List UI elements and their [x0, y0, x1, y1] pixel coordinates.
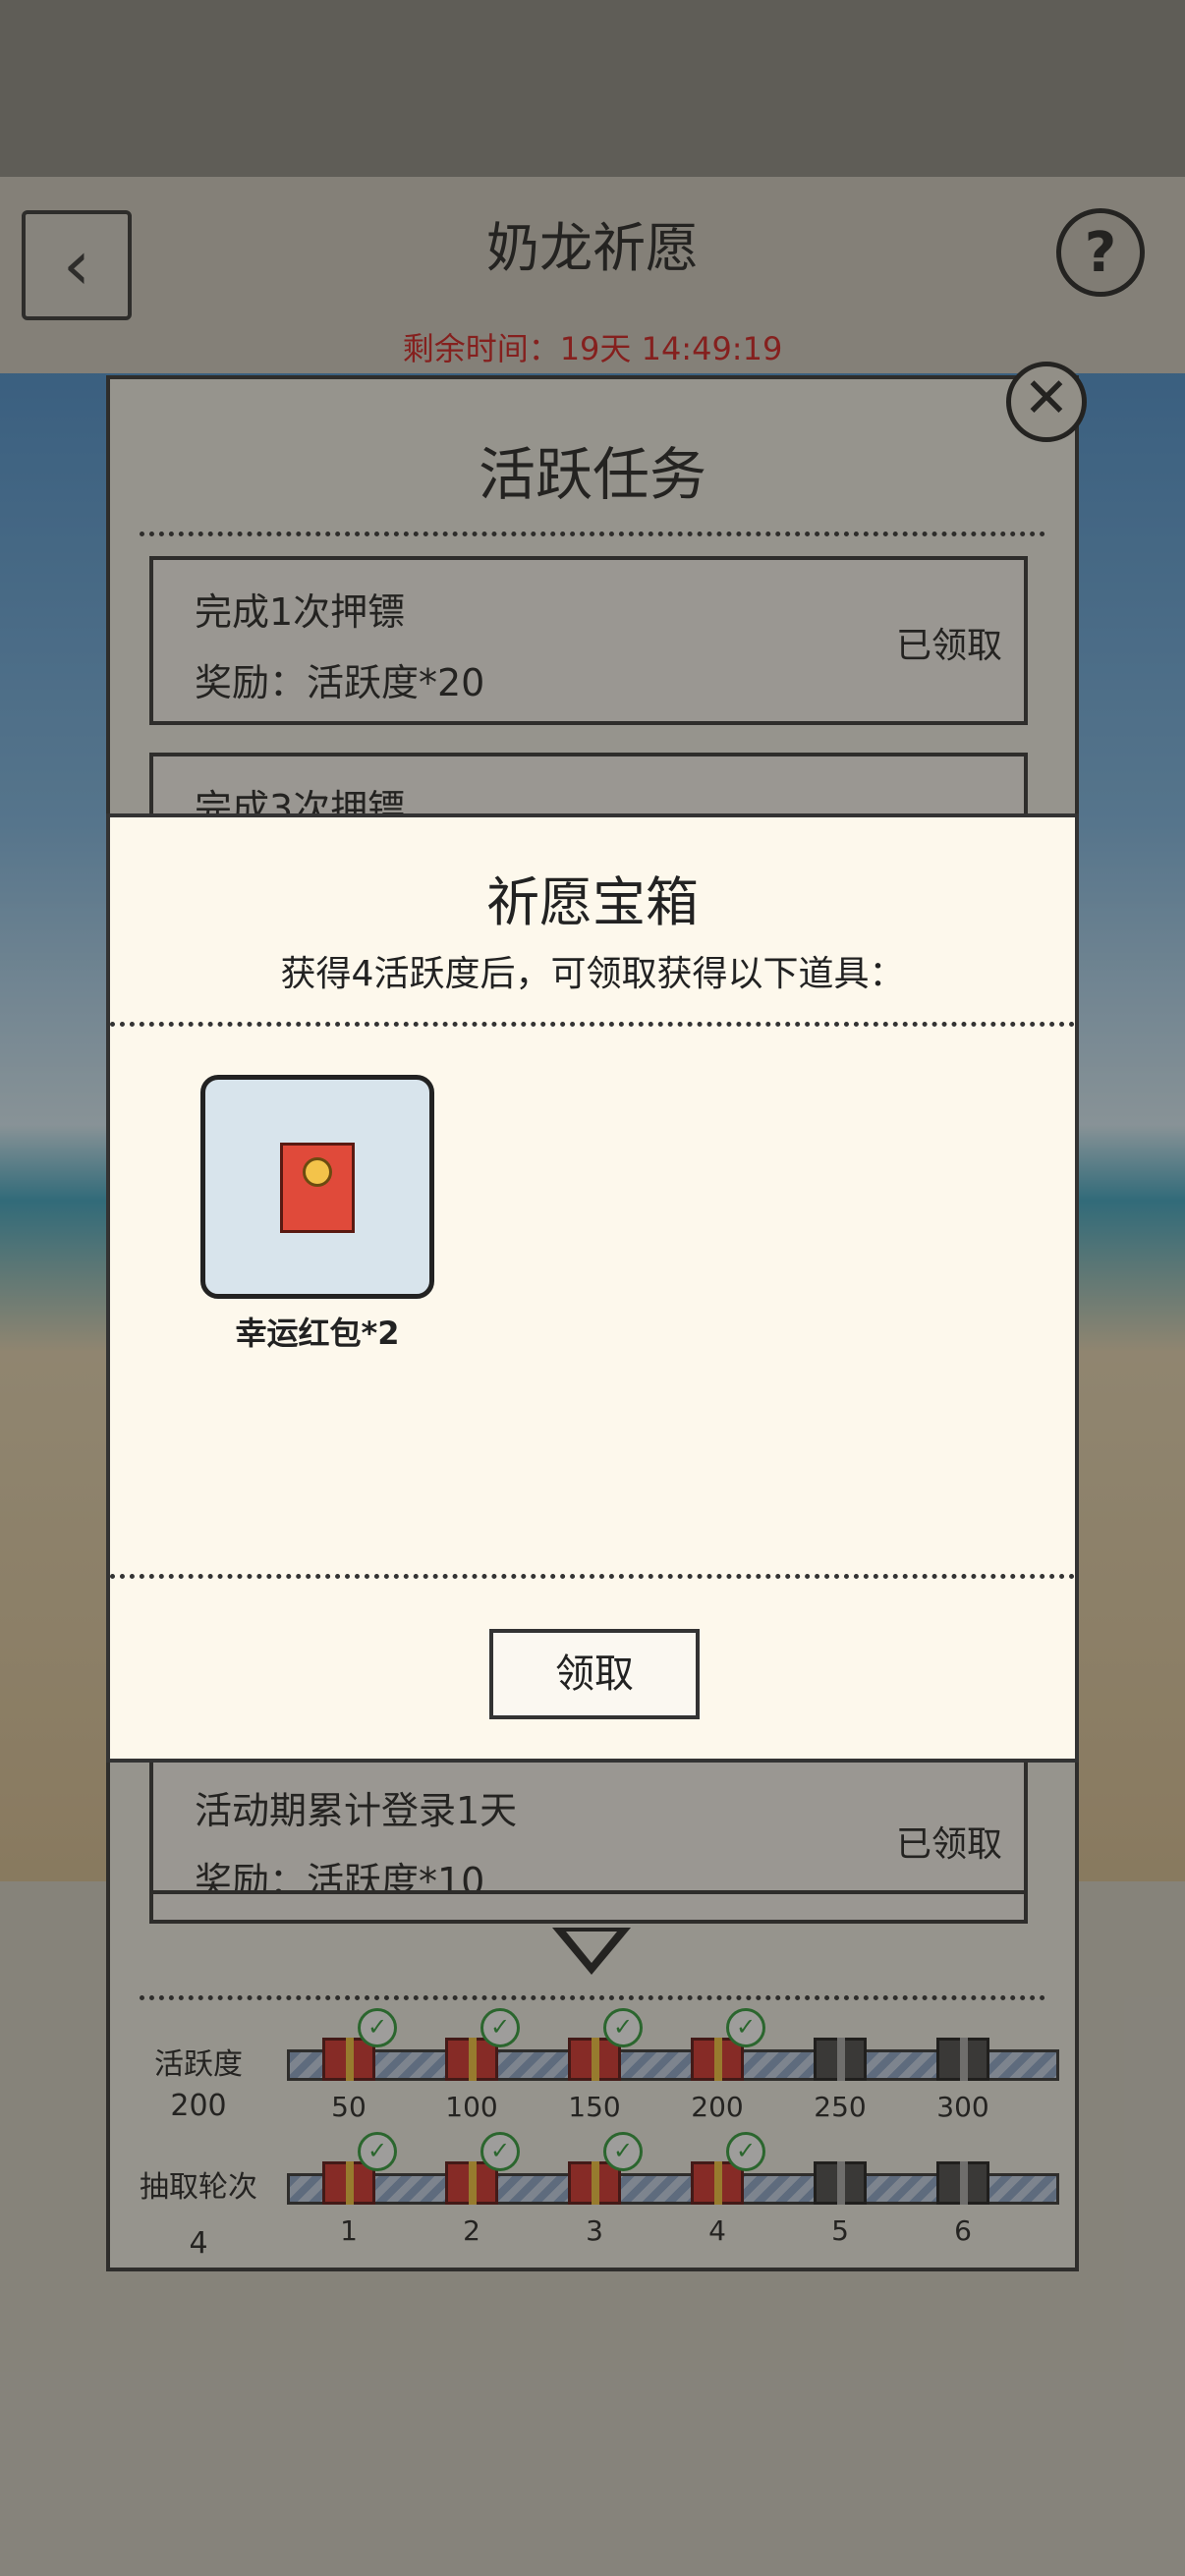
gift-box-icon[interactable]: ✓: [318, 2008, 397, 2083]
milestone-label: 300: [936, 2091, 989, 2123]
milestone-label: 6: [954, 2214, 972, 2247]
gift-box-icon[interactable]: [932, 2146, 993, 2207]
reward-item-label: 幸运红包*2: [235, 1315, 400, 1352]
task-status: 已领取: [895, 1824, 1002, 1865]
task-row-partial: [149, 1890, 1028, 1900]
check-icon: ✓: [358, 2132, 397, 2171]
divider: [140, 532, 1045, 536]
task-title: 完成1次押镖: [195, 590, 406, 634]
milestone-label: 250: [814, 2091, 867, 2123]
draw-value: 4: [189, 2226, 208, 2261]
task-row: 完成1次押镖 奖励：活跃度*20 已领取: [149, 556, 1028, 725]
check-icon: ✓: [603, 2008, 643, 2047]
gift-box-icon[interactable]: ✓: [318, 2132, 397, 2207]
gift-box-icon[interactable]: [932, 2022, 993, 2083]
modal-subtitle: 获得4活跃度后，可领取获得以下道具：: [280, 954, 905, 994]
milestone-label: 100: [445, 2091, 498, 2123]
check-icon: ✓: [726, 2008, 765, 2047]
close-icon: ✕: [1023, 366, 1070, 430]
claim-button[interactable]: 领取: [489, 1629, 700, 1719]
check-icon: ✓: [358, 2008, 397, 2047]
gift-box-icon[interactable]: ✓: [687, 2132, 765, 2207]
panel-title: 活跃任务: [478, 441, 706, 508]
scroll-down-chevron-icon[interactable]: [552, 1928, 631, 1975]
activity-value: 200: [170, 2089, 227, 2123]
divider: [110, 1574, 1075, 1579]
gift-box-icon[interactable]: ✓: [441, 2008, 520, 2083]
check-icon: ✓: [480, 2132, 520, 2171]
countdown-timer: 剩余时间：19天 14:49:19: [402, 330, 783, 367]
check-icon: ✓: [603, 2132, 643, 2171]
red-envelope-icon: [280, 1143, 355, 1233]
draw-label: 抽取轮次: [140, 2170, 257, 2205]
milestone-label: 4: [708, 2214, 726, 2247]
close-button[interactable]: ✕: [1006, 362, 1087, 442]
gift-box-icon[interactable]: ✓: [441, 2132, 520, 2207]
task-reward: 奖励：活跃度*20: [195, 661, 485, 704]
milestone-label: 200: [691, 2091, 744, 2123]
gift-box-icon[interactable]: [810, 2146, 871, 2207]
page-title: 奶龙祈愿: [486, 217, 699, 279]
milestone-label: 1: [340, 2214, 358, 2247]
reward-item-card[interactable]: [200, 1075, 434, 1299]
divider: [140, 1995, 1045, 2000]
milestone-label: 2: [463, 2214, 480, 2247]
milestone-label: 5: [831, 2214, 849, 2247]
gift-box-icon[interactable]: ✓: [564, 2132, 643, 2207]
gift-box-icon[interactable]: [810, 2022, 871, 2083]
milestone-label: 3: [586, 2214, 603, 2247]
gift-box-icon[interactable]: ✓: [687, 2008, 765, 2083]
divider: [110, 1022, 1075, 1027]
task-status: 已领取: [895, 626, 1002, 666]
question-icon: ?: [1084, 220, 1117, 285]
modal-title: 祈愿宝箱: [486, 871, 699, 933]
wish-chest-modal: 祈愿宝箱 获得4活跃度后，可领取获得以下道具： 幸运红包*2 领取: [106, 813, 1079, 1763]
check-icon: ✓: [726, 2132, 765, 2171]
check-icon: ✓: [480, 2008, 520, 2047]
activity-label: 活跃度: [154, 2047, 243, 2082]
gift-box-icon[interactable]: ✓: [564, 2008, 643, 2083]
milestone-label: 50: [331, 2091, 367, 2123]
milestone-label: 150: [568, 2091, 621, 2123]
help-button[interactable]: ?: [1056, 208, 1145, 297]
task-title: 活动期累计登录1天: [195, 1789, 518, 1832]
